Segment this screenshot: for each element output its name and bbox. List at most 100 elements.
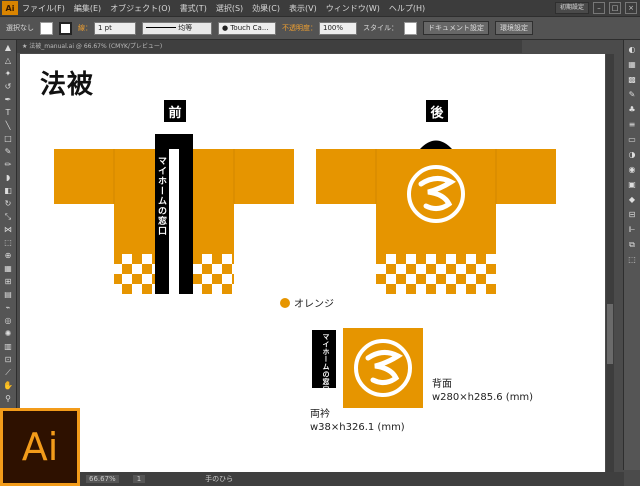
graphic-styles-panel-icon[interactable]: ▣ [627,180,637,190]
transparency-panel-icon[interactable]: ◑ [627,150,637,160]
artboard-title: 法被 [40,70,95,100]
happi-back-illustration[interactable] [316,134,556,304]
blend-tool-icon[interactable]: ◎ [3,316,13,326]
artboards-panel-icon[interactable]: ⊟ [627,210,637,220]
zoom-tool-icon[interactable]: ⚲ [3,394,13,404]
scrollbar-thumb[interactable] [607,304,613,364]
preferences-button[interactable]: 環境設定 [495,21,533,35]
stroke-panel-icon[interactable]: ≡ [627,120,637,130]
menu-view[interactable]: 表示(V) [289,3,317,14]
eyedropper-tool-icon[interactable]: ⌁ [3,303,13,313]
magic-wand-tool-icon[interactable]: ✦ [3,69,13,79]
swatches-panel-icon[interactable]: ▩ [627,75,637,85]
paintbrush-tool-icon[interactable]: ✎ [3,147,13,157]
front-collar-text: マイホームの窓口 [156,156,166,236]
artboard-canvas[interactable]: 法被 前 後 マイホームの窓口 オレンジ マイホームの窓口 背面 w280×h2… [20,54,605,472]
artboard-tool-icon[interactable]: ⊡ [3,355,13,365]
menu-window[interactable]: ウィンドウ(W) [326,3,380,14]
width-tool-icon[interactable]: ⋈ [3,225,13,235]
selection-status: 選択なし [6,24,34,32]
menu-object[interactable]: オブジェクト(O) [110,3,171,14]
back-panel-caption-title: 背面 [432,379,452,390]
page-field[interactable]: 1 [132,475,146,483]
legend-label: オレンジ [294,299,334,310]
back-collar [420,140,452,149]
orange-swatch-icon [280,297,290,308]
style-label: スタイル： [363,24,398,32]
stroke-swatch[interactable] [59,21,72,35]
fill-swatch[interactable] [40,21,53,35]
symbols-panel-icon[interactable]: ♣ [627,105,637,115]
current-tool-status: 手のひら [205,475,234,483]
pathfinder-panel-icon[interactable]: ⧉ [627,240,637,250]
front-collar-gap [169,149,179,294]
document-settings-button[interactable]: ドキュメント設定 [423,21,489,35]
minimize-icon[interactable]: – [593,2,605,14]
color-guide-icon[interactable]: ▦ [627,60,637,70]
front-label: 前 [164,100,186,122]
slice-tool-icon[interactable]: ⟋ [3,368,13,378]
tools-panel: ▲ △ ✦ ↺ ✒ T ╲ □ ✎ ✏ ◗ ◧ ↻ ⤡ ⋈ ⬚ ⊕ ▦ ⊞ ▤ … [0,40,17,466]
direct-selection-tool-icon[interactable]: △ [3,56,13,66]
pencil-tool-icon[interactable]: ✏ [3,160,13,170]
menu-type[interactable]: 書式(T) [180,3,207,14]
brushes-panel-icon[interactable]: ✎ [627,90,637,100]
line-style-value: 均等 [178,23,193,32]
align-panel-icon[interactable]: ⊩ [627,225,637,235]
collar-caption-size: w38×h326.1 (mm) [310,422,405,433]
front-left-sleeve [54,149,114,204]
menu-file[interactable]: ファイル(F) [22,3,65,14]
brush-select[interactable]: ● Touch Ca... [218,21,276,35]
layers-panel-icon[interactable]: ◆ [627,195,637,205]
gradient-panel-icon[interactable]: ▭ [627,135,637,145]
stroke-weight-field[interactable]: 1 pt [94,21,136,35]
maximize-icon[interactable]: □ [609,2,621,14]
line-tool-icon[interactable]: ╲ [3,121,13,131]
back-panel-caption-size: w280×h285.6 (mm) [432,392,534,403]
collar-detail-text: マイホームの窓口 [322,333,330,393]
panel-dock: ◐ ▦ ▩ ✎ ♣ ≡ ▭ ◑ ◉ ▣ ◆ ⊟ ⊩ ⧉ ⬚ [623,40,640,470]
control-bar: 選択なし 線： 1 pt 均等 ● Touch Ca... 不透明度： 100%… [0,16,640,40]
gradient-tool-icon[interactable]: ▤ [3,290,13,300]
opacity-field[interactable]: 100% [319,21,357,35]
symbol-sprayer-tool-icon[interactable]: ✺ [3,329,13,339]
blob-brush-tool-icon[interactable]: ◗ [3,173,13,183]
pen-tool-icon[interactable]: ✒ [3,95,13,105]
style-swatch[interactable] [404,21,417,35]
type-tool-icon[interactable]: T [3,108,13,118]
brush-value: Touch Ca... [230,23,269,32]
shape-builder-tool-icon[interactable]: ⊕ [3,251,13,261]
perspective-grid-tool-icon[interactable]: ▦ [3,264,13,274]
happi-front-illustration[interactable] [54,134,294,304]
back-label: 後 [426,100,448,122]
mesh-tool-icon[interactable]: ⊞ [3,277,13,287]
front-right-sleeve [234,149,294,204]
rectangle-tool-icon[interactable]: □ [3,134,13,144]
workspace-switcher[interactable]: 初期設定 [554,2,589,14]
menu-bar: Ai ファイル(F) 編集(E) オブジェクト(O) 書式(T) 選択(S) 効… [0,0,640,16]
hand-tool-icon[interactable]: ✋ [3,381,13,391]
menu-help[interactable]: ヘルプ(H) [389,3,425,14]
back-panel-detail[interactable] [343,328,423,408]
menu-effect[interactable]: 効果(C) [252,3,280,14]
appearance-panel-icon[interactable]: ◉ [627,165,637,175]
lasso-tool-icon[interactable]: ↺ [3,82,13,92]
document-tab[interactable]: ★ 法被_manual.ai @ 66.67% (CMYK/プレビュー) [16,40,522,53]
graph-tool-icon[interactable]: ▥ [3,342,13,352]
rotate-tool-icon[interactable]: ↻ [3,199,13,209]
vertical-scrollbar[interactable] [606,54,614,472]
scale-tool-icon[interactable]: ⤡ [3,212,13,222]
illustrator-logo: Ai [0,408,80,486]
menu-select[interactable]: 選択(S) [216,3,243,14]
menu-edit[interactable]: 編集(E) [74,3,101,14]
zoom-field[interactable]: 66.67% [86,475,119,483]
free-transform-tool-icon[interactable]: ⬚ [3,238,13,248]
transform-panel-icon[interactable]: ⬚ [627,255,637,265]
collar-caption-title: 両衿 [310,409,330,420]
close-icon[interactable]: × [625,2,637,14]
color-panel-icon[interactable]: ◐ [627,45,637,55]
opacity-label: 不透明度： [282,24,317,32]
line-style-select[interactable]: 均等 [142,21,212,35]
eraser-tool-icon[interactable]: ◧ [3,186,13,196]
selection-tool-icon[interactable]: ▲ [3,43,13,53]
